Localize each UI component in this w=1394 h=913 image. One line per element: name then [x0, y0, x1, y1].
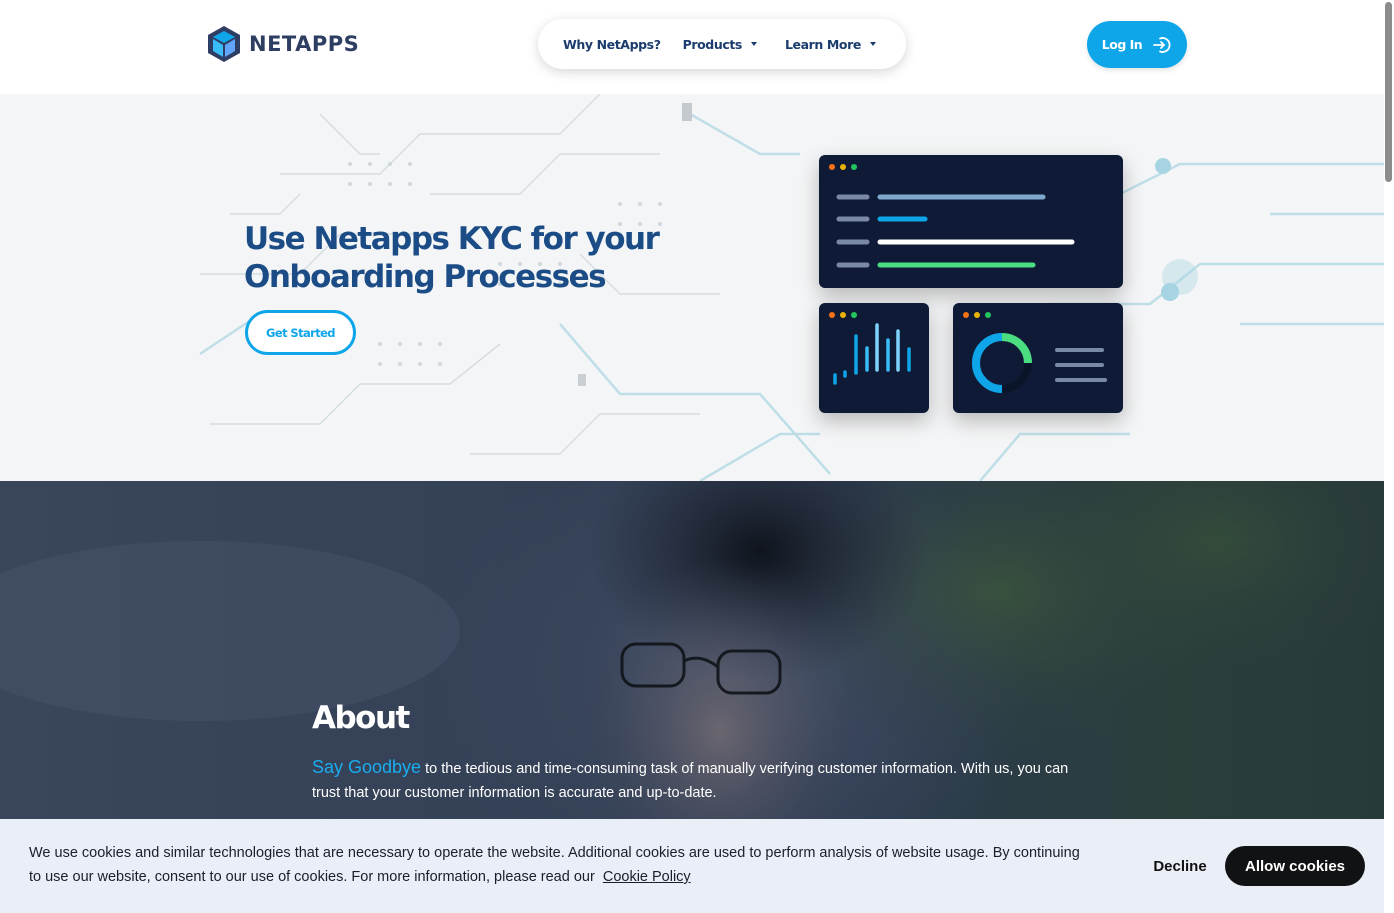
login-label: Log In: [1101, 37, 1143, 52]
decline-button[interactable]: Decline: [1140, 847, 1220, 885]
cube-logo-icon: [208, 26, 240, 62]
caret-down-icon: [750, 42, 757, 46]
get-started-button[interactable]: Get Started: [245, 310, 356, 355]
allow-cookies-button[interactable]: Allow cookies: [1225, 846, 1365, 886]
code-lines-graphic: [836, 194, 1075, 268]
about-text: Say Goodbye to the tedious and time-cons…: [312, 755, 1072, 805]
bar-graphic: [833, 323, 911, 385]
about-highlight: Say Goodbye: [312, 757, 422, 777]
dashboard-code-panel: [819, 155, 1123, 288]
about-title: About: [312, 700, 410, 736]
scrollbar-thumb[interactable]: [1385, 2, 1392, 182]
dashboard-bars-panel: [819, 303, 929, 413]
about-body: to the tedious and time-consuming task o…: [312, 761, 1069, 801]
logo[interactable]: NETAPPS: [205, 24, 359, 64]
cookie-message: We use cookies and similar technologies …: [29, 841, 1089, 889]
hero-title-line: Use Netapps KYC for your: [244, 221, 660, 257]
nav-why-netapps[interactable]: Why NetApps?: [563, 37, 661, 52]
cookie-banner: We use cookies and similar technologies …: [0, 819, 1384, 913]
main-nav: Why NetApps? Products Learn More: [538, 19, 906, 69]
cookie-text: We use cookies and similar technologies …: [29, 845, 1080, 885]
login-arrow-icon: [1153, 36, 1171, 53]
nav-products[interactable]: Products: [683, 37, 757, 52]
dashboard-donut-panel: [953, 303, 1123, 413]
nav-label: Why NetApps?: [563, 36, 661, 52]
nav-label: Products: [682, 36, 743, 52]
donut-graphic: [971, 333, 1107, 393]
logo-text: NETAPPS: [249, 32, 360, 56]
site-header: NETAPPS Why NetApps? Products Learn More…: [0, 0, 1394, 94]
hero-title-line: Onboarding Processes: [244, 259, 607, 295]
cookie-policy-link[interactable]: Cookie Policy: [603, 869, 691, 885]
caret-down-icon: [869, 42, 876, 46]
hero-title: Use Netapps KYC for your Onboarding Proc…: [244, 220, 714, 296]
nav-learn-more[interactable]: Learn More: [785, 37, 876, 52]
login-button[interactable]: Log In: [1087, 21, 1187, 68]
nav-label: Learn More: [784, 36, 861, 52]
hero-section: Use Netapps KYC for your Onboarding Proc…: [0, 94, 1384, 481]
